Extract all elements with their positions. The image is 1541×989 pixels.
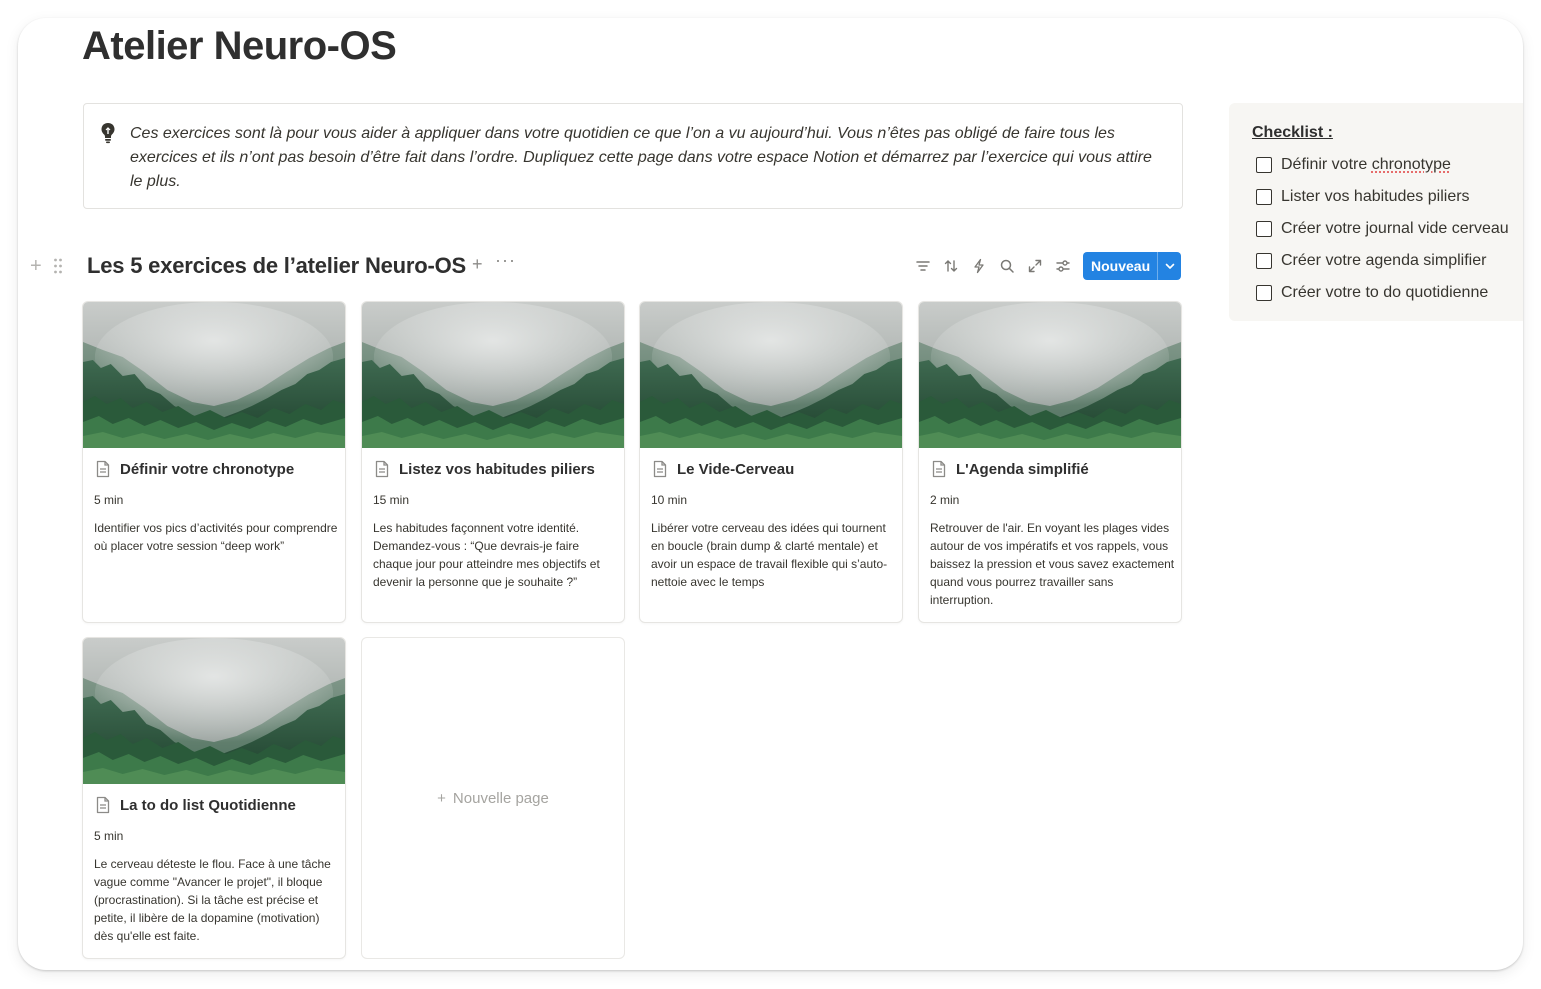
filter-icon[interactable] xyxy=(915,258,931,274)
card-title: La to do list Quotidienne xyxy=(120,796,296,814)
page-icon xyxy=(375,460,389,478)
checklist-panel: Checklist : Définir votre chronotype Lis… xyxy=(1229,103,1523,321)
chevron-down-icon[interactable] xyxy=(1158,252,1181,280)
checkbox[interactable] xyxy=(1256,285,1272,301)
checkbox[interactable] xyxy=(1256,253,1272,269)
page-title: Atelier Neuro-OS xyxy=(82,24,397,68)
cover-image xyxy=(83,638,345,784)
lightbulb-icon xyxy=(101,123,115,144)
new-page-card[interactable]: + Nouvelle page xyxy=(361,637,625,959)
gallery-card[interactable]: Définir votre chronotype 5 min Identifie… xyxy=(82,301,346,623)
card-description: Identifier vos pics d’activités pour com… xyxy=(94,521,338,553)
expand-icon[interactable] xyxy=(1027,258,1043,274)
card-title-row: L'Agenda simplifié xyxy=(931,460,1089,478)
cover-image xyxy=(362,302,624,448)
add-view-button[interactable]: + xyxy=(472,254,483,275)
cover-image xyxy=(919,302,1181,448)
checklist-item: Créer votre agenda simplifier xyxy=(1256,252,1486,270)
checkbox[interactable] xyxy=(1256,157,1272,173)
checklist-item-label: Créer votre journal vide cerveau xyxy=(1281,220,1509,237)
settings-sliders-icon[interactable] xyxy=(1055,258,1071,274)
callout: Ces exercices sont là pour vous aider à … xyxy=(83,103,1183,209)
checklist-item: Créer votre journal vide cerveau xyxy=(1256,220,1509,238)
sort-icon[interactable] xyxy=(943,258,959,274)
card-duration: 5 min xyxy=(94,829,124,843)
database-header: + Les 5 exercices de l’atelier Neuro-OS … xyxy=(18,248,1183,284)
checklist-item-label: Définir votre chronotype xyxy=(1281,156,1451,173)
card-description: Les habitudes façonnent votre identité. … xyxy=(373,521,600,589)
card-duration: 15 min xyxy=(373,493,410,507)
page-icon xyxy=(653,460,667,478)
automation-icon[interactable] xyxy=(971,258,987,274)
card-title: Définir votre chronotype xyxy=(120,460,295,478)
database-title[interactable]: Les 5 exercices de l’atelier Neuro-OS xyxy=(87,253,466,279)
page-icon xyxy=(932,460,946,478)
new-button[interactable]: Nouveau xyxy=(1083,252,1181,280)
checklist-item-label: Lister vos habitudes piliers xyxy=(1281,188,1470,205)
plus-icon: + xyxy=(437,789,446,807)
card-description: Retrouver de l'air. En voyant les plages… xyxy=(930,521,1175,607)
card-title: L'Agenda simplifié xyxy=(956,460,1089,478)
gallery-card[interactable]: Le Vide-Cerveau 10 min Libérer votre cer… xyxy=(639,301,903,623)
page-icon xyxy=(96,796,110,814)
new-button-label[interactable]: Nouveau xyxy=(1083,258,1157,274)
card-duration: 10 min xyxy=(651,493,688,507)
card-title: Le Vide-Cerveau xyxy=(677,460,795,478)
card-title-row: Le Vide-Cerveau xyxy=(652,460,794,478)
card-title-row: Définir votre chronotype xyxy=(95,460,294,478)
page-icon xyxy=(96,460,110,478)
checklist-item: Définir votre chronotype xyxy=(1256,156,1451,174)
callout-text: Ces exercices sont là pour vous aider à … xyxy=(130,125,1152,190)
checklist-title: Checklist : xyxy=(1252,124,1333,141)
card-description: Le cerveau déteste le flou. Face à une t… xyxy=(94,857,331,943)
checkbox[interactable] xyxy=(1256,189,1272,205)
cover-image xyxy=(640,302,902,448)
more-options-button[interactable]: ··· xyxy=(495,250,516,271)
cover-image xyxy=(83,302,345,448)
gallery-card[interactable]: La to do list Quotidienne 5 min Le cerve… xyxy=(82,637,346,959)
card-duration: 5 min xyxy=(94,493,124,507)
gallery-card[interactable]: Listez vos habitudes piliers 15 min Les … xyxy=(361,301,625,623)
card-description: Libérer votre cerveau des idées qui tour… xyxy=(651,521,888,589)
search-icon[interactable] xyxy=(999,258,1015,274)
checklist-item: Créer votre to do quotidienne xyxy=(1256,284,1488,302)
drag-handle-icon[interactable] xyxy=(53,257,63,275)
add-block-icon[interactable]: + xyxy=(30,256,42,276)
checklist-item: Lister vos habitudes piliers xyxy=(1256,188,1470,206)
card-title: Listez vos habitudes piliers xyxy=(399,460,595,478)
checklist-item-label: Créer votre agenda simplifier xyxy=(1281,252,1487,269)
card-duration: 2 min xyxy=(930,493,960,507)
spellcheck-flagged-word: chronotype xyxy=(1371,156,1451,173)
checklist-item-label: Créer votre to do quotidienne xyxy=(1281,284,1489,301)
gallery-card[interactable]: L'Agenda simplifié 2 min Retrouver de l'… xyxy=(918,301,1182,623)
checkbox[interactable] xyxy=(1256,221,1272,237)
card-title-row: La to do list Quotidienne xyxy=(95,796,296,814)
notion-window: Atelier Neuro-OS Ces exercices sont là p… xyxy=(18,18,1523,970)
new-page-label: Nouvelle page xyxy=(452,789,549,807)
card-title-row: Listez vos habitudes piliers xyxy=(374,460,595,478)
